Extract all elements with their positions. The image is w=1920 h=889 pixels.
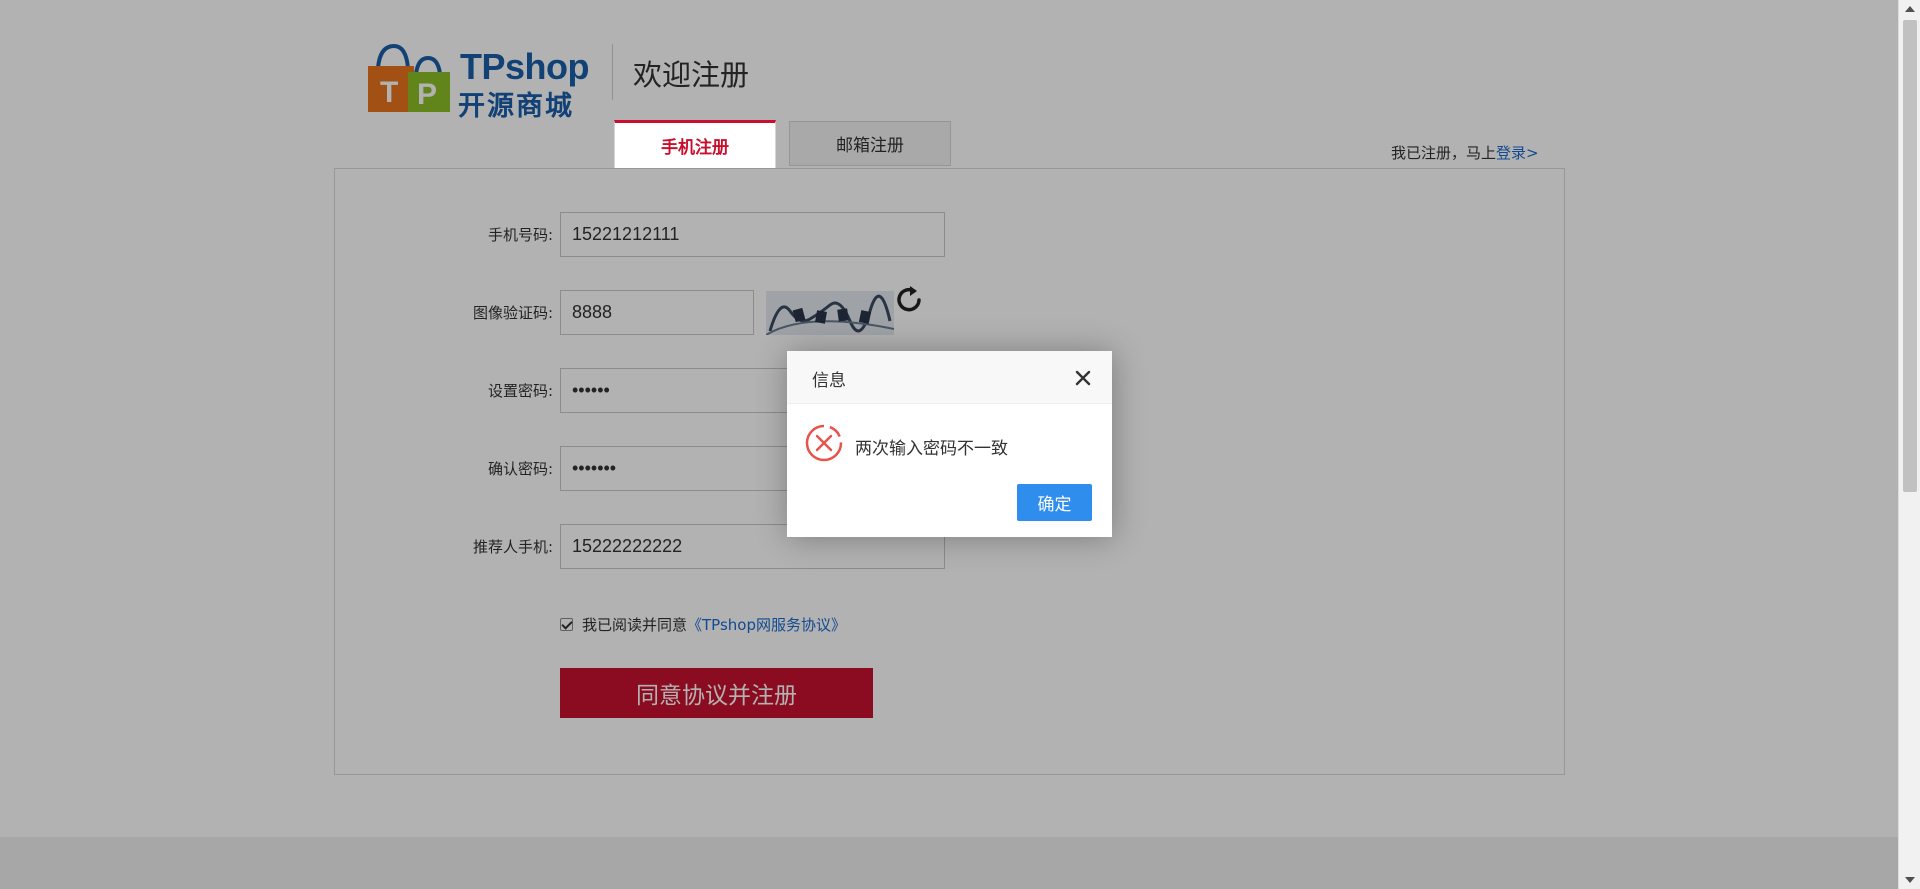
error-dialog: 信息 两次输入密码不一致 确定 — [787, 351, 1112, 537]
dialog-message: 两次输入密码不一致 — [855, 439, 1008, 459]
dialog-title: 信息 — [812, 371, 846, 391]
error-circle-icon — [805, 424, 843, 462]
dialog-ok-button[interactable]: 确定 — [1017, 484, 1092, 521]
dialog-header: 信息 — [787, 351, 1112, 404]
scroll-up-arrow-icon[interactable] — [1905, 6, 1915, 12]
scroll-thumb[interactable] — [1903, 20, 1917, 492]
close-icon[interactable] — [1074, 369, 1092, 387]
dialog-body: 两次输入密码不一致 — [787, 404, 1112, 484]
scroll-down-arrow-icon[interactable] — [1905, 877, 1915, 883]
scrollbar[interactable] — [1898, 0, 1920, 889]
tab-phone-register[interactable]: 手机注册 — [614, 120, 776, 168]
